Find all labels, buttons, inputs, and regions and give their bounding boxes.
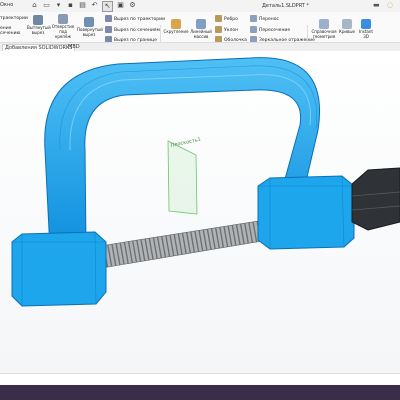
tab-mbd[interactable]: MBD bbox=[66, 44, 82, 50]
feature-options-2: Перенос Пересечение Зеркальное отражение bbox=[250, 15, 315, 44]
sweep-cut-button[interactable]: Вырез по траектории bbox=[105, 15, 165, 23]
curves-icon bbox=[342, 19, 352, 29]
revolve-cut-icon bbox=[84, 17, 94, 27]
undo-icon[interactable]: ↶ bbox=[90, 1, 99, 10]
hole-wizard-icon bbox=[58, 14, 68, 24]
save-icon[interactable]: ▪ bbox=[66, 1, 75, 10]
curves-button[interactable]: Кривые bbox=[338, 19, 356, 35]
screw-handle[interactable] bbox=[351, 167, 400, 231]
ribbon-col1-item[interactable]: траектории bbox=[0, 16, 28, 22]
instant3d-button[interactable]: Instant 3D bbox=[357, 19, 375, 40]
quick-access-toolbar: ⌂ ▭ ▾ ▪ ▤ ↶ ↖ ▣ ⚙ bbox=[30, 1, 137, 12]
command-manager-ribbon: траектории ение сечению Вытянутый вырез … bbox=[0, 12, 400, 51]
intersect-button[interactable]: Пересечение bbox=[250, 25, 315, 34]
home-icon[interactable]: ⌂ bbox=[30, 1, 39, 10]
intersect-icon bbox=[250, 25, 257, 33]
fillet-icon bbox=[171, 19, 181, 29]
fillet-button[interactable]: Скругление bbox=[163, 19, 189, 35]
reference-geometry-button[interactable]: Справочная геометрия bbox=[309, 19, 339, 40]
document-title: Деталь1.SLDPRT * bbox=[262, 3, 309, 9]
revolve-cut-button[interactable]: Повернутый вырез bbox=[77, 17, 103, 38]
left-jaw-block[interactable] bbox=[11, 231, 107, 307]
ribbon-col1: траектории ение сечению bbox=[0, 16, 28, 37]
menu-window[interactable]: Окно bbox=[0, 2, 13, 8]
extrude-cut-button[interactable]: Вытянутый вырез bbox=[27, 15, 51, 36]
right-jaw-block[interactable] bbox=[257, 175, 355, 250]
options-icon[interactable]: ⚙ bbox=[128, 1, 137, 10]
wrap-button[interactable]: Перенос bbox=[250, 15, 315, 23]
select-icon[interactable]: ↖ bbox=[102, 1, 113, 12]
extrude-cut-icon bbox=[33, 15, 43, 25]
loft-cut-icon bbox=[105, 25, 112, 33]
reference-geometry-icon bbox=[319, 19, 329, 29]
draft-icon bbox=[215, 25, 222, 33]
cut-options: Вырез по траектории Вырез по сечениям Вы… bbox=[105, 15, 165, 44]
linear-pattern-icon bbox=[196, 19, 206, 29]
model-view[interactable]: Плоскость1 bbox=[0, 51, 400, 373]
tab-solidworks-addins[interactable]: Добавления SOLIDWORKS bbox=[2, 44, 76, 51]
reference-plane[interactable]: Плоскость1 bbox=[167, 137, 201, 215]
search-icon[interactable]: ◌ bbox=[387, 1, 393, 9]
rib-icon bbox=[215, 15, 222, 22]
rebuild-icon[interactable]: ▣ bbox=[116, 1, 125, 10]
feature-options: Ребро Уклон Оболочка bbox=[215, 15, 247, 44]
loft-cut-button[interactable]: Вырез по сечениям bbox=[105, 25, 165, 34]
instant3d-icon bbox=[361, 19, 371, 29]
wrap-icon bbox=[250, 15, 257, 22]
plane-label: Плоскость1 bbox=[170, 137, 201, 149]
linear-pattern-button[interactable]: Линейный массив bbox=[189, 19, 213, 40]
graphics-area[interactable]: Плоскость1 bbox=[0, 51, 400, 373]
print-icon[interactable]: ▤ bbox=[78, 1, 87, 10]
hole-wizard-button[interactable]: Отверстие под крепёж bbox=[51, 14, 75, 39]
open-icon[interactable]: ▾ bbox=[54, 1, 63, 10]
ribbon-col1-item[interactable]: сечению bbox=[0, 31, 28, 37]
sweep-cut-icon bbox=[105, 15, 112, 22]
minimize-icon[interactable]: ▬ bbox=[373, 1, 380, 9]
draft-button[interactable]: Уклон bbox=[215, 25, 247, 34]
rib-button[interactable]: Ребро bbox=[215, 15, 247, 23]
new-document-icon[interactable]: ▭ bbox=[42, 1, 51, 10]
taskbar bbox=[0, 385, 400, 400]
